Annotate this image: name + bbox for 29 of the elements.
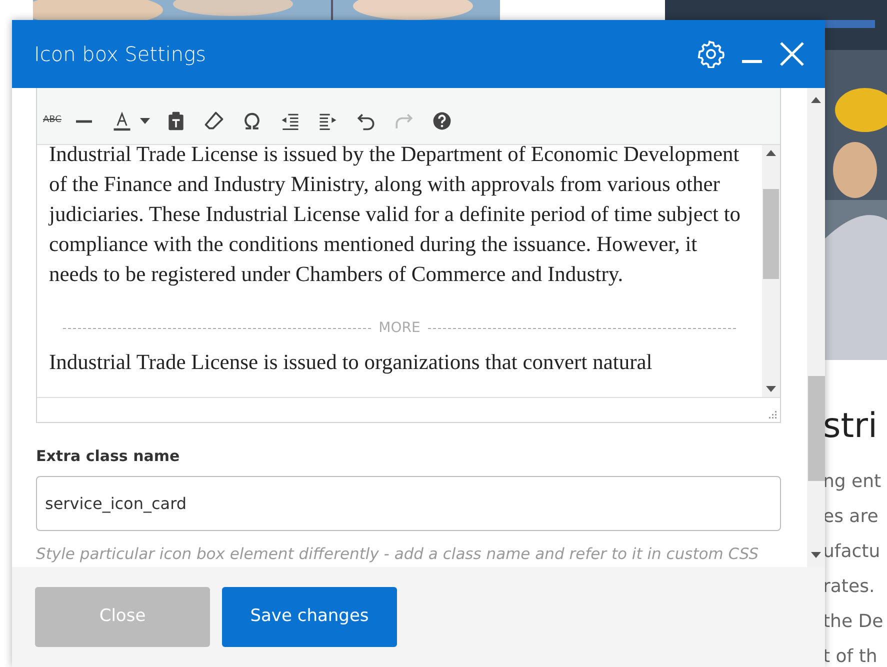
scrollbar[interactable] [807,88,825,567]
scroll-up-icon[interactable] [766,149,776,157]
help-text: Style particular icon box element differently - add a class name and refer to it in custom CSS [36,544,760,564]
eraser-icon [203,110,226,132]
close-icon[interactable] [779,41,805,67]
more-label: MORE [378,319,420,338]
scroll-down-icon[interactable] [766,385,776,393]
settings-icon[interactable] [697,40,725,68]
scroll-thumb[interactable] [763,189,779,279]
paragraph-text: ufactu [823,540,882,564]
save-button[interactable]: Save changes [222,587,397,647]
scroll-thumb[interactable] [808,376,824,481]
field-label: Extra class name [36,446,181,467]
strikethrough-button[interactable]: ABC [43,106,62,136]
resize-handle-icon[interactable] [767,409,777,419]
rich-text-editor[interactable] [36,88,781,423]
dialog-title: Icon box Settings [34,41,206,68]
input-field[interactable]: service_icon_card [36,476,781,530]
paragraph-text: rates. [823,575,876,599]
caret-icon [140,118,150,124]
text-color-icon [111,110,134,132]
heading-text: stri [823,405,878,448]
help-icon [431,110,454,132]
scroll-up-icon[interactable] [811,96,821,104]
scrollbar[interactable] [762,145,780,397]
scroll-down-icon[interactable] [811,551,821,559]
horizontal-line-icon [76,120,92,122]
paragraph-text: Industrial Trade License is issued by the Department of Economic Development of the Finance and Industry Ministry, along with approvals from various other judiciaries. These Industrial License valid for a definite period of time subject to compliance with the conditions mentioned during the issuance. However, it needs to be registered under Chambers of Commerce and Industry. [49,145,742,288]
paragraph-text: Industrial Trade License is issued to organizations that convert natural [49,349,654,376]
